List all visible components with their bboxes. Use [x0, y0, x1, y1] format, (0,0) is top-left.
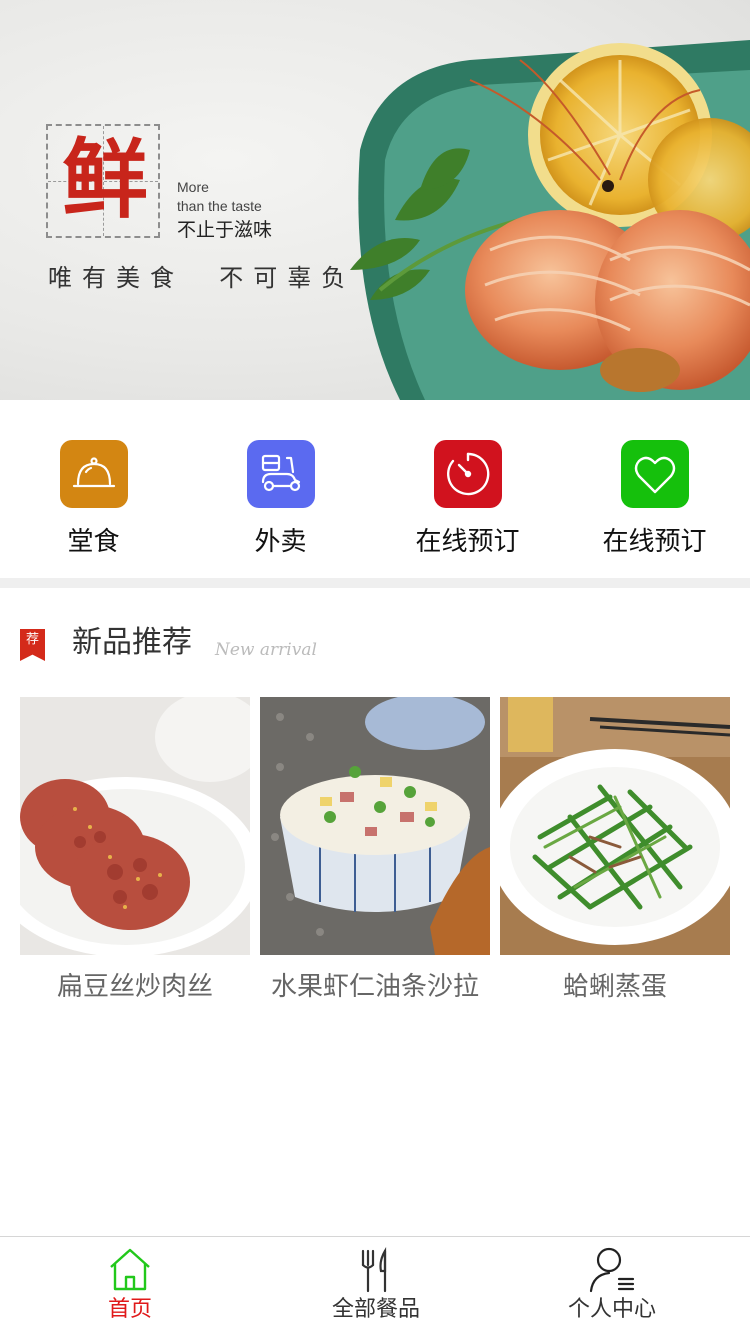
new-arrival-header: 荐 新品推荐 New arrival: [0, 588, 750, 688]
tagline-line-2: than the taste: [177, 198, 262, 214]
product-list: 扁豆丝炒肉丝 水果虾仁油条沙拉 蛤蜊蒸蛋: [20, 697, 730, 1017]
section-title: 新品推荐: [72, 625, 192, 660]
tab-all-dishes[interactable]: 全部餐品: [251, 1237, 501, 1334]
cloche-icon: [60, 440, 128, 508]
tab-label: 全部餐品: [331, 1297, 420, 1322]
tagline-line-1: More: [177, 179, 209, 195]
quick-entry-label: 在线预订: [602, 527, 707, 557]
product-card[interactable]: 扁豆丝炒肉丝: [20, 697, 250, 1017]
heart-icon: [621, 440, 689, 508]
recommend-badge-text: 荐: [25, 632, 39, 647]
quick-entry-label: 外卖: [254, 527, 307, 557]
tab-profile[interactable]: 个人中心: [487, 1237, 737, 1334]
tab-label: 个人中心: [567, 1297, 656, 1322]
quick-entry-takeout[interactable]: 外卖: [187, 440, 374, 570]
product-photo-green-beans: [500, 697, 730, 955]
banner-tagline: More than the taste 不止于滋味: [177, 178, 272, 244]
quick-entry-label: 在线预订: [415, 527, 520, 557]
bottom-tab-bar: 首页 全部餐品 个人中心: [0, 1236, 750, 1334]
product-photo-lotus-root: [20, 697, 250, 955]
quick-entry-grid: 堂食 外卖 在线预订 在线预订: [0, 400, 750, 578]
tab-label: 首页: [107, 1297, 152, 1322]
section-subtitle: New arrival: [215, 640, 317, 660]
product-card[interactable]: 水果虾仁油条沙拉: [260, 697, 490, 1017]
section-divider: [0, 578, 750, 588]
quick-entry-favorite[interactable]: 在线预订: [561, 440, 748, 570]
product-photo-fried-rice: [260, 697, 490, 955]
tab-home[interactable]: 首页: [5, 1237, 255, 1334]
quick-entry-label: 堂食: [67, 527, 120, 557]
recommend-badge: 荐: [20, 629, 45, 661]
product-card[interactable]: 蛤蜊蒸蛋: [500, 697, 730, 1017]
product-name: 水果虾仁油条沙拉: [270, 972, 479, 1002]
hero-banner[interactable]: 鲜 More than the taste 不止于滋味 唯有美食 不可辜负: [0, 0, 750, 400]
quick-entry-reserve[interactable]: 在线预订: [374, 440, 561, 570]
quick-entry-dine-in[interactable]: 堂食: [0, 440, 187, 570]
stamp-character: 鲜: [62, 129, 148, 230]
banner-slogan: 唯有美食 不可辜负: [48, 264, 356, 292]
timer-icon: [434, 440, 502, 508]
product-name: 蛤蜊蒸蛋: [562, 972, 667, 1002]
stamp-frame: 鲜: [46, 124, 160, 238]
fork-knife-icon: [361, 1247, 387, 1293]
scooter-icon: [247, 440, 315, 508]
user-icon: [589, 1247, 635, 1293]
tagline-line-3: 不止于滋味: [177, 219, 273, 241]
home-icon: [110, 1248, 150, 1291]
product-name: 扁豆丝炒肉丝: [56, 972, 213, 1002]
